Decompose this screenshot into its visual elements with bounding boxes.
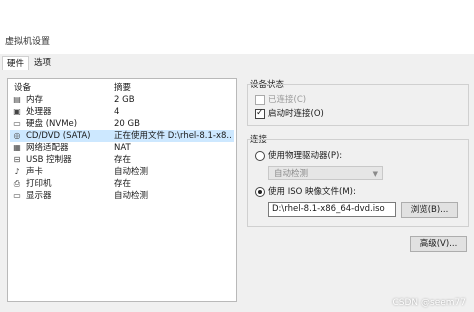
device-summary: 自动检测 <box>114 167 149 177</box>
device-column-header[interactable]: 设备 <box>14 81 31 93</box>
dialog-content: 设备 摘要 ▤ 内存 2 GB ▣ 处理器 4 ▭ 硬盘 (NVMe) 20 G… <box>0 70 474 312</box>
cd-dvd-icon: ◎ <box>13 131 21 140</box>
tab-strip: 硬件 选项 <box>0 54 474 71</box>
device-name: 处理器 <box>26 107 52 117</box>
iso-path-input[interactable]: D:\rhel-8.1-x86_64-dvd.iso <box>268 202 396 217</box>
physical-drive-label: 使用物理驱动器(P): <box>268 151 343 161</box>
device-summary: 自动检测 <box>114 191 149 201</box>
radio-dot-icon <box>258 190 262 194</box>
connected-checkbox[interactable] <box>255 95 265 105</box>
device-name: USB 控制器 <box>26 155 72 165</box>
sound-card-icon: ♪ <box>14 167 20 176</box>
physical-drive-radio[interactable] <box>255 151 265 161</box>
window-title: 虚拟机设置 <box>5 37 51 47</box>
device-name: 声卡 <box>26 167 44 177</box>
hard-disk-icon: ▭ <box>13 119 21 128</box>
device-summary: 正在使用文件 D:\rhel-8.1-x8... <box>114 131 232 141</box>
tab-options[interactable]: 选项 <box>30 56 55 70</box>
device-row-memory[interactable]: ▤ 内存 2 GB <box>10 94 234 106</box>
device-summary: 存在 <box>114 179 132 189</box>
memory-icon: ▤ <box>13 95 21 104</box>
device-row-display[interactable]: ▭ 显示器 自动检测 <box>10 190 234 202</box>
iso-radio[interactable] <box>255 187 265 197</box>
device-name: 打印机 <box>26 179 52 189</box>
connect-at-poweron-checkbox[interactable]: ✓ <box>255 108 265 119</box>
usb-controller-icon: ⊟ <box>13 155 21 164</box>
advanced-button[interactable]: 高级(V)... <box>410 236 467 252</box>
device-name: 硬盘 (NVMe) <box>26 119 78 129</box>
device-row-network-adapter[interactable]: ▦ 网络适配器 NAT <box>10 142 234 154</box>
device-summary: NAT <box>114 143 131 153</box>
watermark: CSDN @seem77 <box>392 298 466 308</box>
device-summary: 4 <box>114 107 120 117</box>
processor-icon: ▣ <box>13 107 21 116</box>
device-row-cd-dvd[interactable]: ◎ CD/DVD (SATA) 正在使用文件 D:\rhel-8.1-x8... <box>10 130 234 142</box>
device-summary: 存在 <box>114 155 132 165</box>
device-list[interactable]: 设备 摘要 ▤ 内存 2 GB ▣ 处理器 4 ▭ 硬盘 (NVMe) 20 G… <box>7 78 237 302</box>
connected-label: 已连接(C) <box>268 95 307 105</box>
device-summary: 20 GB <box>114 119 140 129</box>
device-name: CD/DVD (SATA) <box>26 131 91 141</box>
summary-column-header[interactable]: 摘要 <box>114 81 131 93</box>
connect-at-poweron-label: 启动时连接(O) <box>268 109 324 119</box>
device-status-group <box>247 84 469 126</box>
check-icon: ✓ <box>256 108 264 118</box>
chevron-down-icon: ▼ <box>372 170 378 178</box>
iso-label: 使用 ISO 映像文件(M): <box>268 187 356 197</box>
browse-button[interactable]: 浏览(B)... <box>401 202 458 218</box>
tab-hardware[interactable]: 硬件 <box>2 56 30 71</box>
network-adapter-icon: ▦ <box>13 143 21 152</box>
window-titlebar: 虚拟机设置 <box>0 0 474 54</box>
device-name: 显示器 <box>26 191 52 201</box>
device-row-usb-controller[interactable]: ⊟ USB 控制器 存在 <box>10 154 234 166</box>
device-name: 网络适配器 <box>26 143 69 153</box>
physical-drive-value: 自动检测 <box>274 169 309 179</box>
physical-drive-select[interactable]: 自动检测 ▼ <box>268 166 383 180</box>
printer-icon: ⎙ <box>13 179 21 188</box>
device-row-processor[interactable]: ▣ 处理器 4 <box>10 106 234 118</box>
device-name: 内存 <box>26 95 44 105</box>
device-row-hard-disk[interactable]: ▭ 硬盘 (NVMe) 20 GB <box>10 118 234 130</box>
device-row-sound-card[interactable]: ♪ 声卡 自动检测 <box>10 166 234 178</box>
device-row-printer[interactable]: ⎙ 打印机 存在 <box>10 178 234 190</box>
device-summary: 2 GB <box>114 95 135 105</box>
device-list-header: 设备 摘要 <box>8 79 236 93</box>
display-icon: ▭ <box>13 191 21 200</box>
